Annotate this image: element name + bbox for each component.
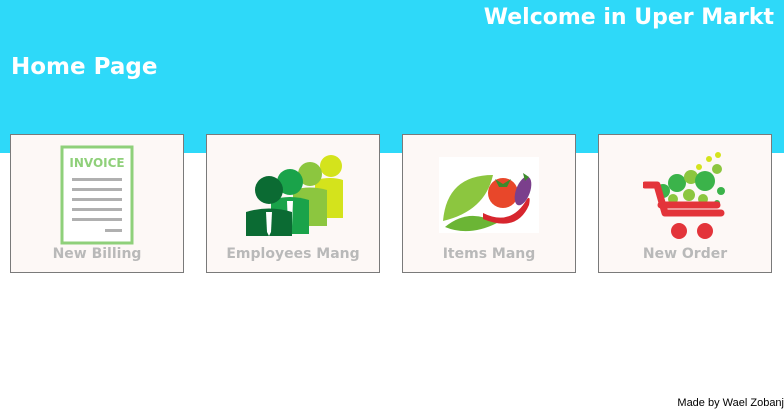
invoice-icon: INVOICE [11,145,183,245]
employees-icon [207,145,379,245]
new-billing-button[interactable]: INVOICE New Billing [10,134,184,273]
svg-text:INVOICE: INVOICE [69,156,124,170]
tile-label: New Order [642,246,728,262]
employees-mang-button[interactable]: Employees Mang [206,134,380,273]
tile-label: New Billing [52,246,142,262]
header-banner: Welcome in Uper Markt Home Page [0,0,784,153]
new-order-button[interactable]: New Order [598,134,772,273]
footer-credit: Made by Wael Zobanj [677,397,784,409]
page-title: Home Page [11,54,158,80]
tile-label: Items Mang [442,246,536,262]
shopping-cart-icon [599,145,771,245]
welcome-message: Welcome in Uper Markt [483,5,774,30]
items-mang-button[interactable]: Items Mang [402,134,576,273]
vegetables-icon [403,145,575,245]
tile-label: Employees Mang [226,246,360,262]
